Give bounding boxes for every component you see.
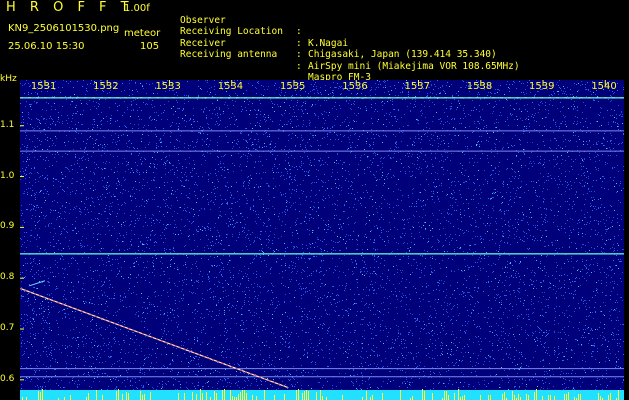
filename-label: KN9_2506101530.png xyxy=(8,23,120,34)
spectrogram-plot: 1531 1532 1533 1534 1535 1536 1537 1538 1539 1540 xyxy=(20,80,624,400)
y-tick-label: 1.0 xyxy=(0,170,15,181)
x-tick-label: 1531 xyxy=(31,81,56,92)
x-tick-label: 1537 xyxy=(405,81,430,92)
meteor-count: 105 xyxy=(140,41,160,52)
observer-row: Observer : K.Nagai xyxy=(180,3,348,49)
app-title: H R O F F T xyxy=(6,0,134,15)
receiver-value: AirSpy mini (Miakejima VOR 108.65MHz) xyxy=(308,60,520,72)
receiver-row: Receiver : AirSpy mini (Miakejima VOR 10… xyxy=(180,26,520,72)
datetime-label: 25.06.10 15:30 xyxy=(8,41,85,52)
y-tick-label: 0.9 xyxy=(0,221,15,232)
y-tick-label: 1.1 xyxy=(0,119,15,130)
spectrogram-svg: 1531 1532 1533 1534 1535 1536 1537 1538 1539 1540 xyxy=(20,80,624,400)
meteor-label: meteor xyxy=(124,28,161,39)
y-tick-label: 0.7 xyxy=(0,323,15,334)
version-label: 1.00f xyxy=(124,3,150,14)
x-tick-label: 1540 xyxy=(591,81,616,92)
y-tick-label: 0.8 xyxy=(0,272,15,283)
x-tick-label: 1536 xyxy=(342,81,367,92)
antenna-key: Receiving antenna xyxy=(180,49,278,60)
observer-colon: : xyxy=(296,26,302,37)
x-tick-label: 1533 xyxy=(155,81,180,92)
y-axis: 1.1 1.0 0.9 0.8 0.7 0.6 xyxy=(0,80,20,400)
location-value: Chigasaki, Japan (139.414 35.340) xyxy=(308,49,497,60)
station-info: Observer : K.Nagai Receiving Location : … xyxy=(180,3,520,84)
x-tick-label: 1538 xyxy=(467,81,492,92)
x-tick-label: 1534 xyxy=(218,81,243,92)
location-colon: : xyxy=(296,37,302,49)
x-tick-label: 1532 xyxy=(93,81,118,92)
antenna-row: Receiving antenna : Maspro FM-3 xyxy=(180,38,371,83)
x-tick-label: 1539 xyxy=(529,81,554,92)
antenna-colon: : xyxy=(296,60,302,72)
location-row: Receiving Location : Chigasaki, Japan (1… xyxy=(180,15,497,60)
observer-value: K.Nagai xyxy=(308,37,349,49)
receiver-colon: : xyxy=(296,49,302,60)
x-tick-label: 1535 xyxy=(280,81,305,92)
y-tick-label: 0.6 xyxy=(0,373,15,384)
header-panel: H R O F F T 1.00f KN9_2506101530.png met… xyxy=(0,0,629,84)
